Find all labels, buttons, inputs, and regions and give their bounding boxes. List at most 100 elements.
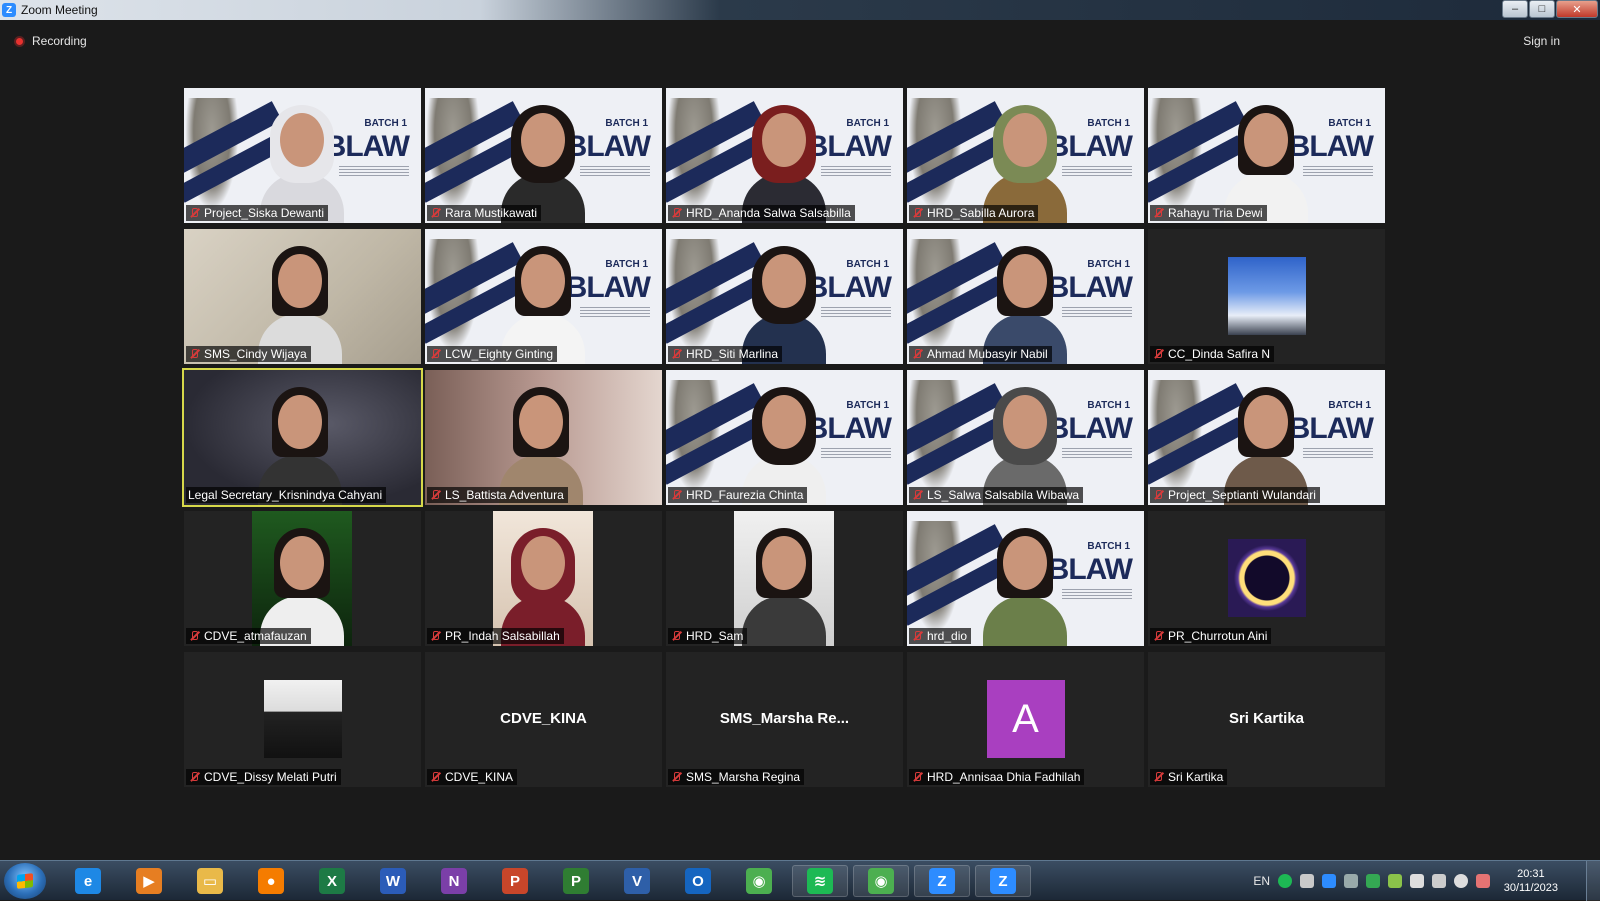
file-explorer-icon[interactable]: ▭ bbox=[182, 865, 238, 897]
video-feed: BATCH 1ABLAW bbox=[666, 88, 903, 223]
participant-name-label: Rahayu Tria Dewi bbox=[1150, 205, 1267, 221]
participant-tile[interactable]: BATCH 1ABLAWRahayu Tria Dewi bbox=[1148, 88, 1385, 223]
muted-mic-icon bbox=[1152, 771, 1164, 783]
drive-tray-icon[interactable] bbox=[1366, 874, 1380, 888]
participant-name-label: SMS_Marsha Regina bbox=[668, 769, 804, 785]
banner-batch-text: BATCH 1 bbox=[1328, 118, 1371, 129]
network-tray-icon[interactable] bbox=[1300, 874, 1314, 888]
zoom-tray-icon[interactable] bbox=[1322, 874, 1336, 888]
participant-tile[interactable]: CDVE_KINACDVE_KINA bbox=[425, 652, 662, 787]
gallery-grid: BATCH 1ABLAWProject_Siska DewantiBATCH 1… bbox=[184, 88, 1385, 787]
participant-tile[interactable]: BATCH 1ABLAWHRD_Sabilla Aurora bbox=[907, 88, 1144, 223]
sign-in-link[interactable]: Sign in bbox=[1523, 34, 1560, 48]
start-button[interactable] bbox=[4, 863, 46, 899]
participant-name-label: PR_Indah Salsabillah bbox=[427, 628, 564, 644]
profile-picture bbox=[1228, 257, 1306, 335]
participant-name: Rara Mustikawati bbox=[445, 206, 537, 220]
participant-name: SMS_Cindy Wijaya bbox=[204, 347, 307, 361]
participant-tile[interactable]: Sri KartikaSri Kartika bbox=[1148, 652, 1385, 787]
video-feed bbox=[425, 511, 662, 646]
participant-tile[interactable]: CDVE_atmafauzan bbox=[184, 511, 421, 646]
participant-tile[interactable]: BATCH 1ABLAWRara Mustikawati bbox=[425, 88, 662, 223]
visio-icon[interactable]: V bbox=[609, 865, 665, 897]
participant-tile[interactable]: BATCH 1ABLAWHRD_Ananda Salwa Salsabilla bbox=[666, 88, 903, 223]
participant-tile[interactable]: SMS_Marsha Re...SMS_Marsha Regina bbox=[666, 652, 903, 787]
participant-tile[interactable]: PR_Indah Salsabillah bbox=[425, 511, 662, 646]
muted-mic-icon bbox=[911, 348, 923, 360]
outlook-icon[interactable]: O bbox=[670, 865, 726, 897]
powerpoint-icon[interactable]: P bbox=[487, 865, 543, 897]
video-feed: BATCH 1ABLAW bbox=[907, 88, 1144, 223]
participant-name-label: HRD_Siti Marlina bbox=[668, 346, 782, 362]
participant-name-label: Project_Septianti Wulandari bbox=[1150, 487, 1320, 503]
participant-name: CC_Dinda Safira N bbox=[1168, 347, 1270, 361]
zoom-2-glyph: Z bbox=[990, 868, 1016, 894]
muted-mic-icon bbox=[670, 630, 682, 642]
firefox-icon[interactable]: ● bbox=[243, 865, 299, 897]
spotify-tray-icon[interactable] bbox=[1278, 874, 1292, 888]
participant-name: CDVE_Dissy Melati Putri bbox=[204, 770, 337, 784]
video-feed: BATCH 1ABLAW bbox=[184, 88, 421, 223]
flag-tray-icon[interactable] bbox=[1476, 874, 1490, 888]
security-tray-icon[interactable] bbox=[1388, 874, 1402, 888]
participant-tile[interactable]: LS_Battista Adventura bbox=[425, 370, 662, 505]
participant-tile[interactable]: Legal Secretary_Krisnindya Cahyani bbox=[184, 370, 421, 505]
internet-explorer-icon[interactable]: e bbox=[60, 865, 116, 897]
maximize-button[interactable]: □ bbox=[1529, 0, 1555, 18]
participant-tile[interactable]: PR_Churrotun Aini bbox=[1148, 511, 1385, 646]
system-tray: EN bbox=[1253, 861, 1490, 901]
participant-tile[interactable]: SMS_Cindy Wijaya bbox=[184, 229, 421, 364]
word-glyph: W bbox=[380, 868, 406, 894]
video-feed: BATCH 1ABLAW bbox=[425, 229, 662, 364]
signal-tray-icon[interactable] bbox=[1432, 874, 1446, 888]
participant-tile[interactable]: BATCH 1ABLAWLS_Salwa Salsabila Wibawa bbox=[907, 370, 1144, 505]
spotify-icon[interactable]: ≋ bbox=[792, 865, 848, 897]
project-icon[interactable]: P bbox=[548, 865, 604, 897]
participant-name-label: Legal Secretary_Krisnindya Cahyani bbox=[186, 487, 386, 503]
device-tray-icon[interactable] bbox=[1410, 874, 1424, 888]
participant-tile[interactable]: BATCH 1ABLAWLCW_Eighty Ginting bbox=[425, 229, 662, 364]
media-player-icon[interactable]: ▶ bbox=[121, 865, 177, 897]
muted-mic-icon bbox=[188, 207, 200, 219]
language-indicator[interactable]: EN bbox=[1253, 874, 1270, 888]
muted-mic-icon bbox=[1152, 489, 1164, 501]
participant-name-label: Sri Kartika bbox=[1150, 769, 1227, 785]
banner-batch-text: BATCH 1 bbox=[364, 118, 407, 129]
chrome-active-icon[interactable]: ◉ bbox=[853, 865, 909, 897]
participant-tile[interactable]: AHRD_Annisaa Dhia Fadhilah bbox=[907, 652, 1144, 787]
minimize-button[interactable]: – bbox=[1502, 0, 1528, 18]
project-glyph: P bbox=[563, 868, 589, 894]
close-button[interactable]: ✕ bbox=[1556, 0, 1598, 18]
participant-tile[interactable]: BATCH 1ABLAWHRD_Siti Marlina bbox=[666, 229, 903, 364]
chrome-icon[interactable]: ◉ bbox=[731, 865, 787, 897]
excel-glyph: X bbox=[319, 868, 345, 894]
participant-name: Rahayu Tria Dewi bbox=[1168, 206, 1263, 220]
zoom-1-icon[interactable]: Z bbox=[914, 865, 970, 897]
media-player-glyph: ▶ bbox=[136, 868, 162, 894]
participant-tile[interactable]: CDVE_Dissy Melati Putri bbox=[184, 652, 421, 787]
recording-label: Recording bbox=[32, 34, 87, 48]
zoom-2-icon[interactable]: Z bbox=[975, 865, 1031, 897]
participant-figure bbox=[738, 526, 830, 646]
word-icon[interactable]: W bbox=[365, 865, 421, 897]
participant-tile[interactable]: BATCH 1ABLAWAhmad Mubasyir Nabil bbox=[907, 229, 1144, 364]
system-clock[interactable]: 20:31 30/11/2023 bbox=[1504, 867, 1558, 895]
participant-tile[interactable]: BATCH 1ABLAWhrd_dio bbox=[907, 511, 1144, 646]
participant-tile[interactable]: BATCH 1ABLAWProject_Septianti Wulandari bbox=[1148, 370, 1385, 505]
participant-name: PR_Churrotun Aini bbox=[1168, 629, 1267, 643]
onenote-icon[interactable]: N bbox=[426, 865, 482, 897]
excel-icon[interactable]: X bbox=[304, 865, 360, 897]
video-feed: BATCH 1ABLAW bbox=[1148, 370, 1385, 505]
participant-name-label: Ahmad Mubasyir Nabil bbox=[909, 346, 1052, 362]
participant-tile[interactable]: CC_Dinda Safira N bbox=[1148, 229, 1385, 364]
show-desktop-button[interactable] bbox=[1586, 861, 1600, 901]
muted-mic-icon bbox=[429, 489, 441, 501]
participant-tile[interactable]: BATCH 1ABLAWProject_Siska Dewanti bbox=[184, 88, 421, 223]
volume-tray-icon[interactable] bbox=[1454, 874, 1468, 888]
banner-batch-text: BATCH 1 bbox=[846, 259, 889, 270]
participant-tile[interactable]: HRD_Sam bbox=[666, 511, 903, 646]
muted-mic-icon bbox=[429, 771, 441, 783]
app-tray-icon[interactable] bbox=[1344, 874, 1358, 888]
participant-tile[interactable]: BATCH 1ABLAWHRD_Faurezia Chinta bbox=[666, 370, 903, 505]
recording-indicator[interactable]: Recording bbox=[14, 34, 87, 48]
